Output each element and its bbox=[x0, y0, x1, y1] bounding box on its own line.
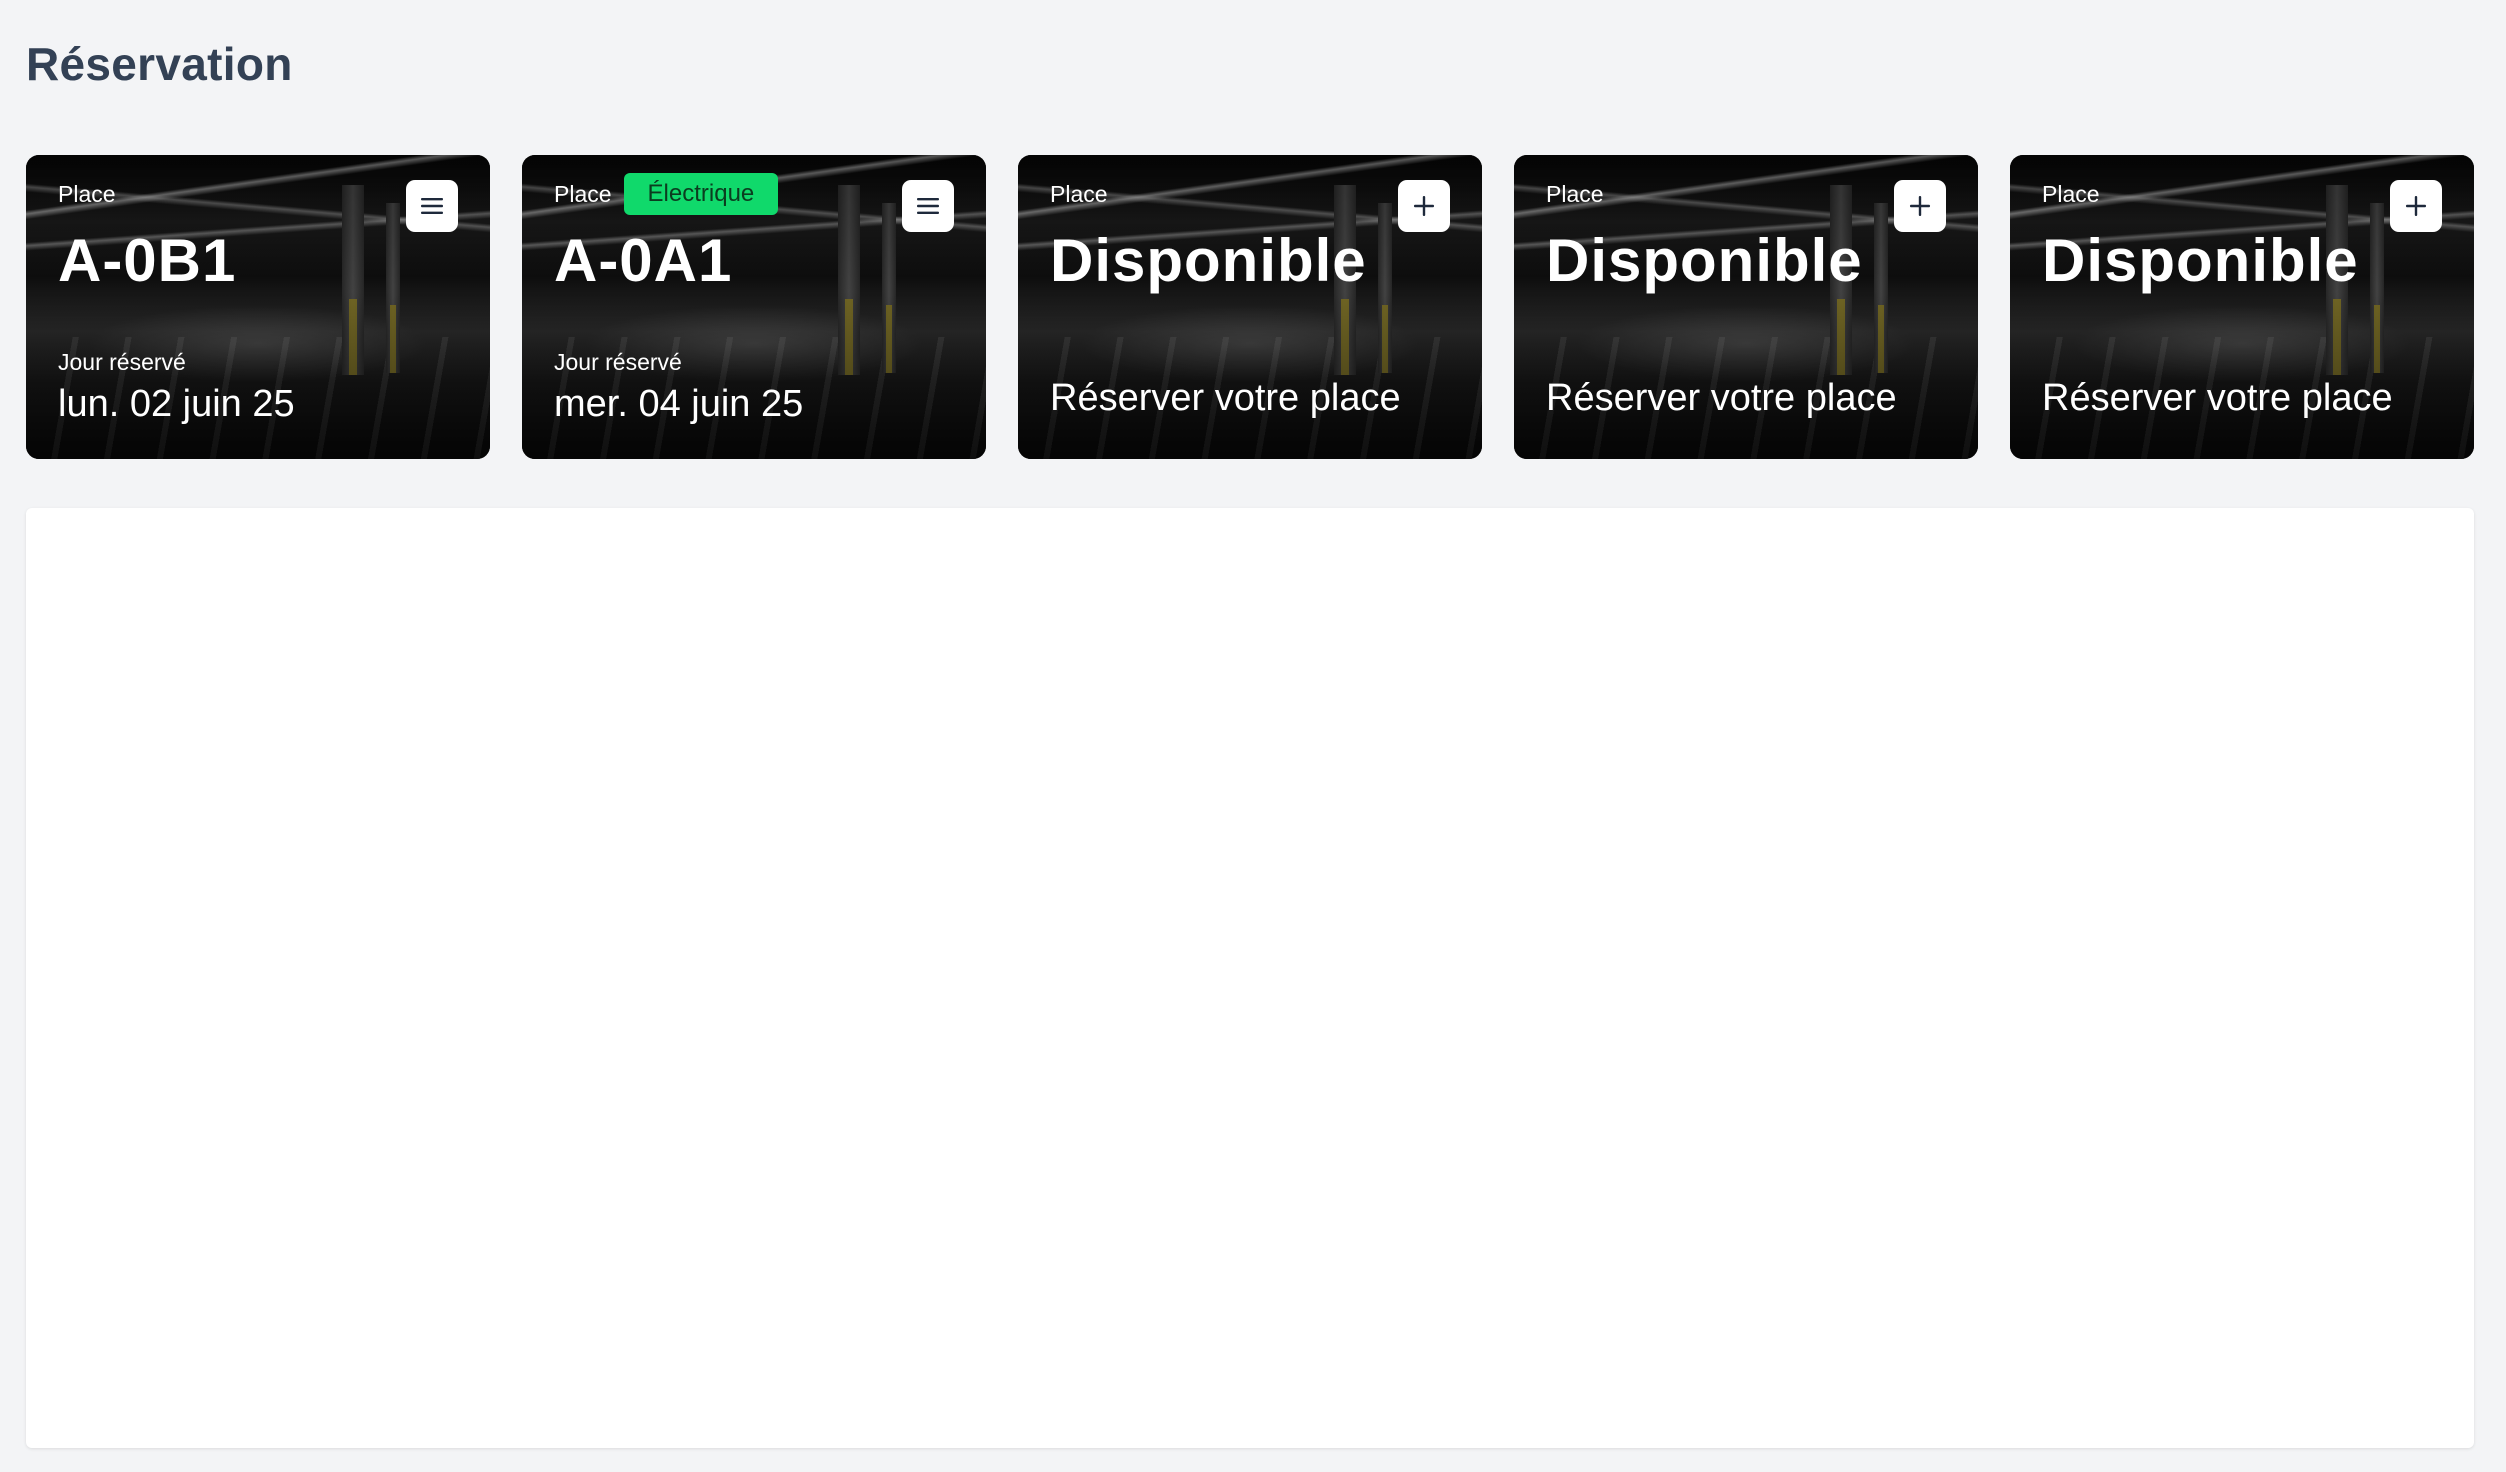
reserved-day-value: lun. 02 juin 25 bbox=[58, 383, 295, 425]
availability-title: Disponible bbox=[1050, 227, 1367, 294]
plus-icon bbox=[2406, 196, 2426, 216]
reserved-day-label: Jour réservé bbox=[554, 349, 682, 375]
parking-card-reserved-electric[interactable]: Place Électrique A-0A1 Jour réservé mer.… bbox=[522, 155, 986, 459]
reserve-prompt: Réserver votre place bbox=[1050, 377, 1401, 419]
reserved-day-value: mer. 04 juin 25 bbox=[554, 383, 804, 425]
add-reservation-button[interactable] bbox=[1894, 180, 1946, 232]
availability-title: Disponible bbox=[1546, 227, 1863, 294]
place-label-row: Place bbox=[1050, 173, 1108, 215]
add-reservation-button[interactable] bbox=[1398, 180, 1450, 232]
main-content-panel bbox=[26, 508, 2474, 1448]
parking-cards-row: Place A-0B1 Jour réservé lun. 02 juin 25… bbox=[26, 155, 2474, 459]
availability-title: Disponible bbox=[2042, 227, 2359, 294]
reserve-prompt: Réserver votre place bbox=[2042, 377, 2393, 419]
add-reservation-button[interactable] bbox=[2390, 180, 2442, 232]
card-menu-button[interactable] bbox=[406, 180, 458, 232]
place-label-row: Place bbox=[2042, 173, 2100, 215]
card-menu-button[interactable] bbox=[902, 180, 954, 232]
place-label: Place bbox=[1050, 180, 1108, 207]
place-label: Place bbox=[2042, 180, 2100, 207]
menu-icon bbox=[917, 198, 939, 214]
place-label: Place bbox=[1546, 180, 1604, 207]
place-label-row: Place bbox=[1546, 173, 1604, 215]
place-label-row: Place bbox=[58, 173, 116, 215]
plus-icon bbox=[1414, 196, 1434, 216]
place-id: A-0B1 bbox=[58, 227, 237, 294]
reserve-prompt: Réserver votre place bbox=[1546, 377, 1897, 419]
page-title: Réservation bbox=[26, 38, 293, 90]
parking-card-available[interactable]: Place Disponible Réserver votre place bbox=[2010, 155, 2474, 459]
menu-icon bbox=[421, 198, 443, 214]
place-label-row: Place Électrique bbox=[554, 173, 779, 215]
electric-badge: Électrique bbox=[623, 173, 779, 215]
place-label: Place bbox=[58, 180, 116, 207]
parking-card-available[interactable]: Place Disponible Réserver votre place bbox=[1514, 155, 1978, 459]
parking-card-available[interactable]: Place Disponible Réserver votre place bbox=[1018, 155, 1482, 459]
reserved-day-label: Jour réservé bbox=[58, 349, 186, 375]
parking-card-reserved[interactable]: Place A-0B1 Jour réservé lun. 02 juin 25 bbox=[26, 155, 490, 459]
place-id: A-0A1 bbox=[554, 227, 733, 294]
plus-icon bbox=[1910, 196, 1930, 216]
place-label: Place bbox=[554, 180, 612, 207]
